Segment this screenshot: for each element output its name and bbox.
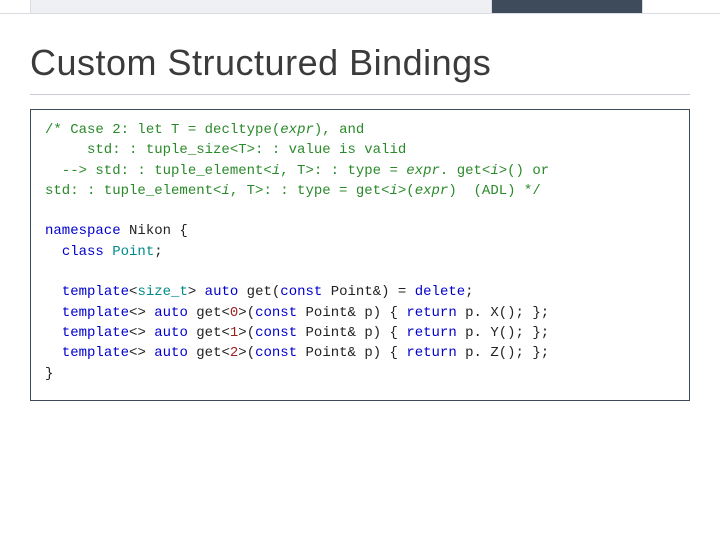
code-line: class Point; (45, 244, 163, 260)
page-title: Custom Structured Bindings (0, 14, 720, 94)
decorative-stripes (0, 0, 720, 14)
slide: Custom Structured Bindings /* Case 2: le… (0, 0, 720, 540)
code-line: template<> auto get<0>(const Point& p) {… (45, 305, 549, 321)
code-block: /* Case 2: let T = decltype(expr), and s… (30, 109, 690, 401)
code-line: } (45, 366, 53, 382)
code-line: template<> auto get<1>(const Point& p) {… (45, 325, 549, 341)
stripe (643, 0, 720, 14)
divider (30, 94, 690, 95)
comment-line: /* Case 2: let T = decltype(expr), and (45, 122, 364, 138)
stripe (492, 0, 643, 14)
comment-line: --> std: : tuple_element<i, T>: : type =… (45, 163, 549, 179)
stripe (31, 0, 492, 14)
code-line: template<size_t> auto get(const Point&) … (45, 284, 474, 300)
comment-line: std: : tuple_element<i, T>: : type = get… (45, 183, 541, 199)
code-line: namespace Nikon { (45, 223, 188, 239)
comment-line: std: : tuple_size<T>: : value is valid (45, 142, 406, 158)
stripe (0, 0, 31, 14)
code-line: template<> auto get<2>(const Point& p) {… (45, 345, 549, 361)
